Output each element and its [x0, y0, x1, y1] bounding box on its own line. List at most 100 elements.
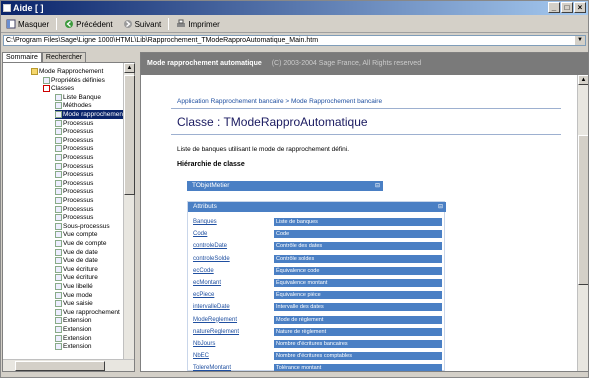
- scroll-thumb[interactable]: [15, 361, 105, 371]
- page-title: Classe : TModeRapproAutomatique: [177, 115, 368, 129]
- attribute-link[interactable]: NbEC: [193, 352, 209, 361]
- attribute-link[interactable]: controleSolde: [193, 255, 230, 264]
- page-icon: [55, 308, 62, 316]
- tab-index[interactable]: Rechercher: [41, 52, 87, 62]
- attribute-description[interactable]: Code: [274, 230, 442, 239]
- page-icon: [55, 240, 62, 247]
- print-button[interactable]: Imprimer: [173, 17, 223, 31]
- window-controls: _ □ ×: [548, 2, 586, 13]
- page-icon: [55, 128, 62, 136]
- page-icon: [55, 248, 62, 256]
- address-bar[interactable]: C:\Program Files\Sage\Ligne 1000\HTML\Li…: [3, 35, 586, 46]
- attribute-description[interactable]: Nombre d'écritures comptables: [274, 352, 442, 361]
- attribute-link[interactable]: ecCode: [193, 267, 214, 276]
- copyright-text: (C) 2003-2004 Sage France, All Rights re…: [271, 60, 422, 67]
- page-icon: [55, 274, 62, 282]
- attribute-link[interactable]: Code: [193, 230, 207, 239]
- attribute-link[interactable]: controleDate: [193, 242, 227, 251]
- page-icon: [55, 111, 62, 118]
- attribute-row: NbEC Nombre d'écritures comptables: [188, 352, 446, 361]
- page-icon: [55, 102, 62, 110]
- page-icon: [55, 197, 62, 204]
- attributes-bar[interactable]: Attributs ⊟: [188, 202, 446, 212]
- attribute-row: controleSolde Contrôle soldes: [188, 254, 446, 264]
- tree-horizontal-scrollbar[interactable]: [3, 359, 134, 371]
- page-icon: [55, 265, 62, 273]
- tree-item[interactable]: Extension: [55, 342, 92, 351]
- back-icon: [65, 20, 74, 28]
- scroll-up-arrow-icon[interactable]: ▲: [124, 63, 135, 73]
- topic-body: Application Rapprochement bancaire > Mod…: [171, 93, 561, 168]
- collapse-icon[interactable]: ⊟: [375, 181, 380, 191]
- attribute-link[interactable]: intervalleDate: [193, 303, 230, 312]
- page-icon: [55, 162, 62, 170]
- page-icon: [43, 85, 50, 93]
- attribute-description[interactable]: Contrôle des dates: [274, 242, 442, 251]
- close-button[interactable]: ×: [574, 2, 586, 13]
- page-icon: [55, 179, 62, 187]
- tree-vertical-scrollbar[interactable]: ▲: [123, 63, 135, 359]
- minimize-button[interactable]: _: [548, 2, 560, 13]
- address-dropdown-button[interactable]: ▼: [575, 36, 585, 45]
- attribute-row: controleDate Contrôle des dates: [188, 242, 446, 251]
- attribute-description[interactable]: Contrôle soldes: [274, 254, 442, 263]
- scroll-thumb[interactable]: [578, 135, 588, 285]
- attribute-link[interactable]: ecMontant: [193, 279, 221, 288]
- attribute-link[interactable]: TolereMontant: [193, 364, 231, 371]
- attribute-link[interactable]: NbJours: [193, 340, 215, 349]
- page-icon: [55, 205, 62, 213]
- attribute-row: TolereMontant Tolérance montant: [188, 364, 446, 371]
- toolbar: Masquer Précédent Suivant Imprimer: [1, 16, 588, 33]
- page-icon: [43, 76, 50, 84]
- attribute-description[interactable]: Mode de règlement: [274, 315, 442, 324]
- contents-pane: Mode Rapprochement Propriétés définies Cla…: [2, 62, 135, 372]
- tab-contents[interactable]: Sommaire: [2, 52, 42, 62]
- page-icon: [55, 154, 62, 161]
- help-window: Aide [ ] _ □ × Masquer Précédent Suivant…: [0, 0, 589, 378]
- attribute-link[interactable]: Banques: [193, 218, 217, 227]
- attribute-description[interactable]: Équivalence code: [274, 266, 442, 275]
- page-icon: [55, 93, 62, 101]
- hierarchy-heading: Hiérarchie de classe: [177, 161, 245, 168]
- navigation-tabs: Sommaire Rechercher: [2, 52, 87, 62]
- attribute-row: ModeReglement Mode de règlement: [188, 315, 446, 325]
- window-title: Aide [ ]: [13, 3, 44, 13]
- forward-button[interactable]: Suivant: [120, 17, 165, 31]
- scroll-thumb[interactable]: [124, 75, 135, 195]
- attribute-description[interactable]: Intervalle des dates: [274, 303, 442, 312]
- toolbar-separator: [168, 18, 170, 30]
- back-button[interactable]: Précédent: [61, 17, 115, 31]
- page-icon: [55, 171, 62, 179]
- scroll-up-arrow-icon[interactable]: ▲: [578, 75, 588, 85]
- attribute-row: ecPiece Équivalence pièce: [188, 291, 446, 300]
- title-bar: Aide [ ] _ □ ×: [1, 1, 588, 15]
- attribute-description[interactable]: Équivalence pièce: [274, 291, 442, 300]
- attributes-section: Attributs ⊟ Banques Liste de banques Code Co…: [187, 201, 446, 371]
- attribute-link[interactable]: ecPiece: [193, 291, 214, 300]
- tree-item-label: Extension: [63, 343, 92, 351]
- attribute-description[interactable]: Nombre d'écritures bancaires: [274, 340, 442, 348]
- page-icon: [55, 145, 62, 153]
- page-icon: [55, 214, 62, 222]
- page-icon: [55, 300, 62, 308]
- hide-button[interactable]: Masquer: [3, 17, 52, 31]
- attribute-description[interactable]: Équivalence montant: [274, 279, 442, 287]
- breadcrumb[interactable]: Application Rapprochement bancaire > Mod…: [171, 93, 561, 109]
- address-value: C:\Program Files\Sage\Ligne 1000\HTML\Li…: [6, 37, 319, 44]
- attribute-link[interactable]: natureReglement: [193, 328, 239, 337]
- collapse-icon[interactable]: ⊟: [438, 202, 443, 212]
- class-description: Liste de banques utilisant le mode de ra…: [177, 146, 349, 153]
- attribute-row: intervalleDate Intervalle des dates: [188, 303, 446, 312]
- help-app-icon: [3, 4, 11, 12]
- attribute-description[interactable]: Tolérance montant: [274, 364, 442, 371]
- maximize-button[interactable]: □: [561, 2, 573, 13]
- page-icon: [55, 222, 62, 230]
- hierarchy-bar[interactable]: TObjetMetier ⊟: [187, 181, 383, 191]
- topic-vertical-scrollbar[interactable]: ▲: [577, 75, 588, 371]
- attribute-description[interactable]: Nature de règlement: [274, 327, 442, 336]
- contents-tree: Mode Rapprochement Propriétés définies Cla…: [3, 63, 123, 359]
- attribute-description[interactable]: Liste de banques: [274, 218, 442, 226]
- attribute-row: Code Code: [188, 230, 446, 239]
- print-icon: [177, 19, 186, 27]
- attribute-link[interactable]: ModeReglement: [193, 316, 237, 325]
